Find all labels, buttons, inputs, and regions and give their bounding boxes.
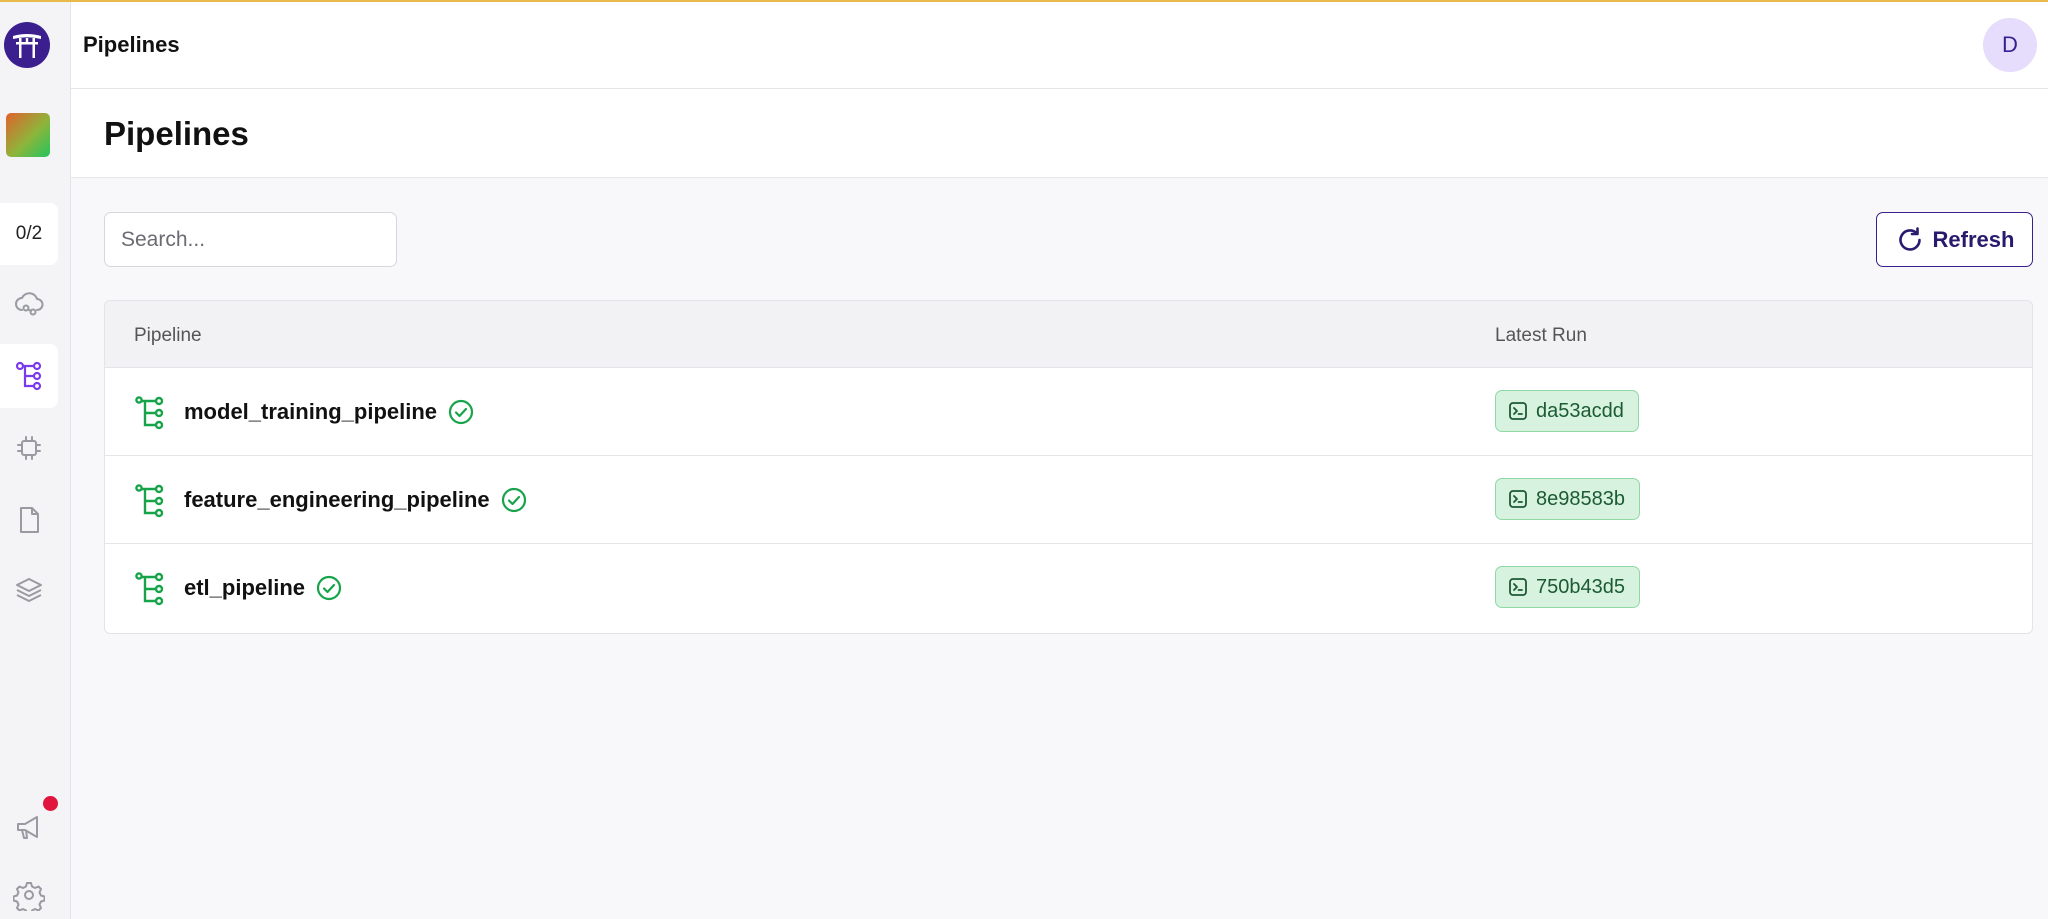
terminal-icon: [1509, 578, 1527, 596]
page-title: Pipelines: [104, 115, 249, 152]
user-avatar[interactable]: D: [1983, 18, 2037, 72]
sidebar-item-stacks[interactable]: [0, 272, 58, 336]
notification-dot: [43, 796, 58, 811]
refresh-label: Refresh: [1932, 226, 2015, 252]
run-id: 8e98583b: [1536, 487, 1625, 510]
pipeline-name-link[interactable]: feature_engineering_pipeline: [184, 487, 490, 513]
terminal-icon: [1509, 490, 1527, 508]
file-icon: [20, 507, 39, 533]
column-header-pipeline: Pipeline: [134, 325, 202, 346]
pipeline-icon: [135, 572, 164, 606]
sidebar-item-artifacts[interactable]: [0, 558, 58, 622]
run-id: 750b43d5: [1536, 575, 1625, 598]
pipeline-name-link[interactable]: etl_pipeline: [184, 575, 305, 601]
check-circle-icon: [448, 399, 474, 425]
app-logo[interactable]: [4, 22, 50, 68]
table-row[interactable]: feature_engineering_pipeline 8e98583b: [105, 456, 2032, 544]
torii-gate-icon: [13, 34, 41, 58]
pipelines-table: Pipeline Latest Run model_training_pipel…: [104, 300, 2033, 634]
latest-run-badge[interactable]: 750b43d5: [1495, 566, 1640, 608]
terminal-icon: [1509, 402, 1527, 420]
pipeline-name-link[interactable]: model_training_pipeline: [184, 399, 437, 425]
search-input[interactable]: [104, 212, 397, 267]
table-row[interactable]: etl_pipeline 750b43d5: [105, 544, 2032, 632]
top-bar: Pipelines D: [71, 2, 2048, 89]
workspace-avatar[interactable]: [6, 113, 50, 157]
breadcrumb-title: Pipelines: [83, 32, 180, 57]
gear-icon: [13, 882, 45, 911]
latest-run-badge[interactable]: da53acdd: [1495, 390, 1639, 432]
page-header: Pipelines: [71, 89, 2048, 178]
check-circle-icon: [316, 575, 342, 601]
refresh-button[interactable]: Refresh: [1876, 212, 2033, 267]
sidebar-item-settings[interactable]: [0, 863, 58, 919]
table-header: Pipeline Latest Run: [105, 301, 2032, 368]
onboarding-progress[interactable]: 0/2: [0, 203, 58, 265]
layers-icon: [16, 578, 42, 602]
sidebar: 0/2: [0, 2, 71, 919]
sidebar-item-components[interactable]: [0, 416, 58, 480]
refresh-icon: [1898, 226, 1921, 251]
sidebar-item-pipelines[interactable]: [0, 344, 58, 408]
latest-run-badge[interactable]: 8e98583b: [1495, 478, 1640, 520]
table-row[interactable]: model_training_pipeline da53acdd: [105, 368, 2032, 456]
sidebar-item-models[interactable]: [0, 488, 58, 552]
chip-icon: [17, 436, 41, 460]
cloud-icon: [15, 292, 44, 316]
column-header-latest-run: Latest Run: [1495, 325, 1587, 346]
run-id: da53acdd: [1536, 399, 1624, 422]
megaphone-icon: [17, 816, 38, 839]
check-circle-icon: [501, 487, 527, 513]
pipeline-icon: [135, 396, 164, 430]
pipeline-icon: [15, 361, 42, 391]
pipeline-icon: [135, 484, 164, 518]
